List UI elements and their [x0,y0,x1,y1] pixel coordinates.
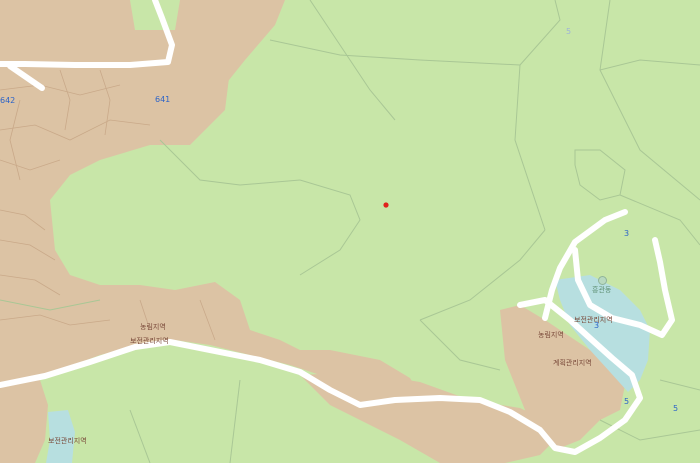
lot-number-label: 3 [624,229,630,238]
lot-number-label: 5 [624,397,630,406]
map-canvas [0,0,700,463]
location-marker-icon[interactable] [383,202,389,208]
poi-label: 흥관동 [592,286,612,294]
zone-label: 보전관리지역 [574,316,613,324]
lot-number-label: 642 [0,96,16,105]
zone-label: 계획관리지역 [553,359,592,367]
lot-number-label: 5 [673,404,679,413]
poi-marker-icon[interactable] [598,276,607,285]
zone-label: 농림지역 [140,323,166,331]
zone-label: 농림지역 [538,331,564,339]
lot-number-label: 5 [566,27,572,36]
lot-number-label: 641 [155,95,171,104]
zone-label: 보전관리지역 [48,437,87,445]
zone-label: 보전관리지역 [130,337,169,345]
map-view[interactable]: 642 641 3 3 5 5 5 농림지역 보전관리지역 보전관리지역 농림지… [0,0,700,463]
